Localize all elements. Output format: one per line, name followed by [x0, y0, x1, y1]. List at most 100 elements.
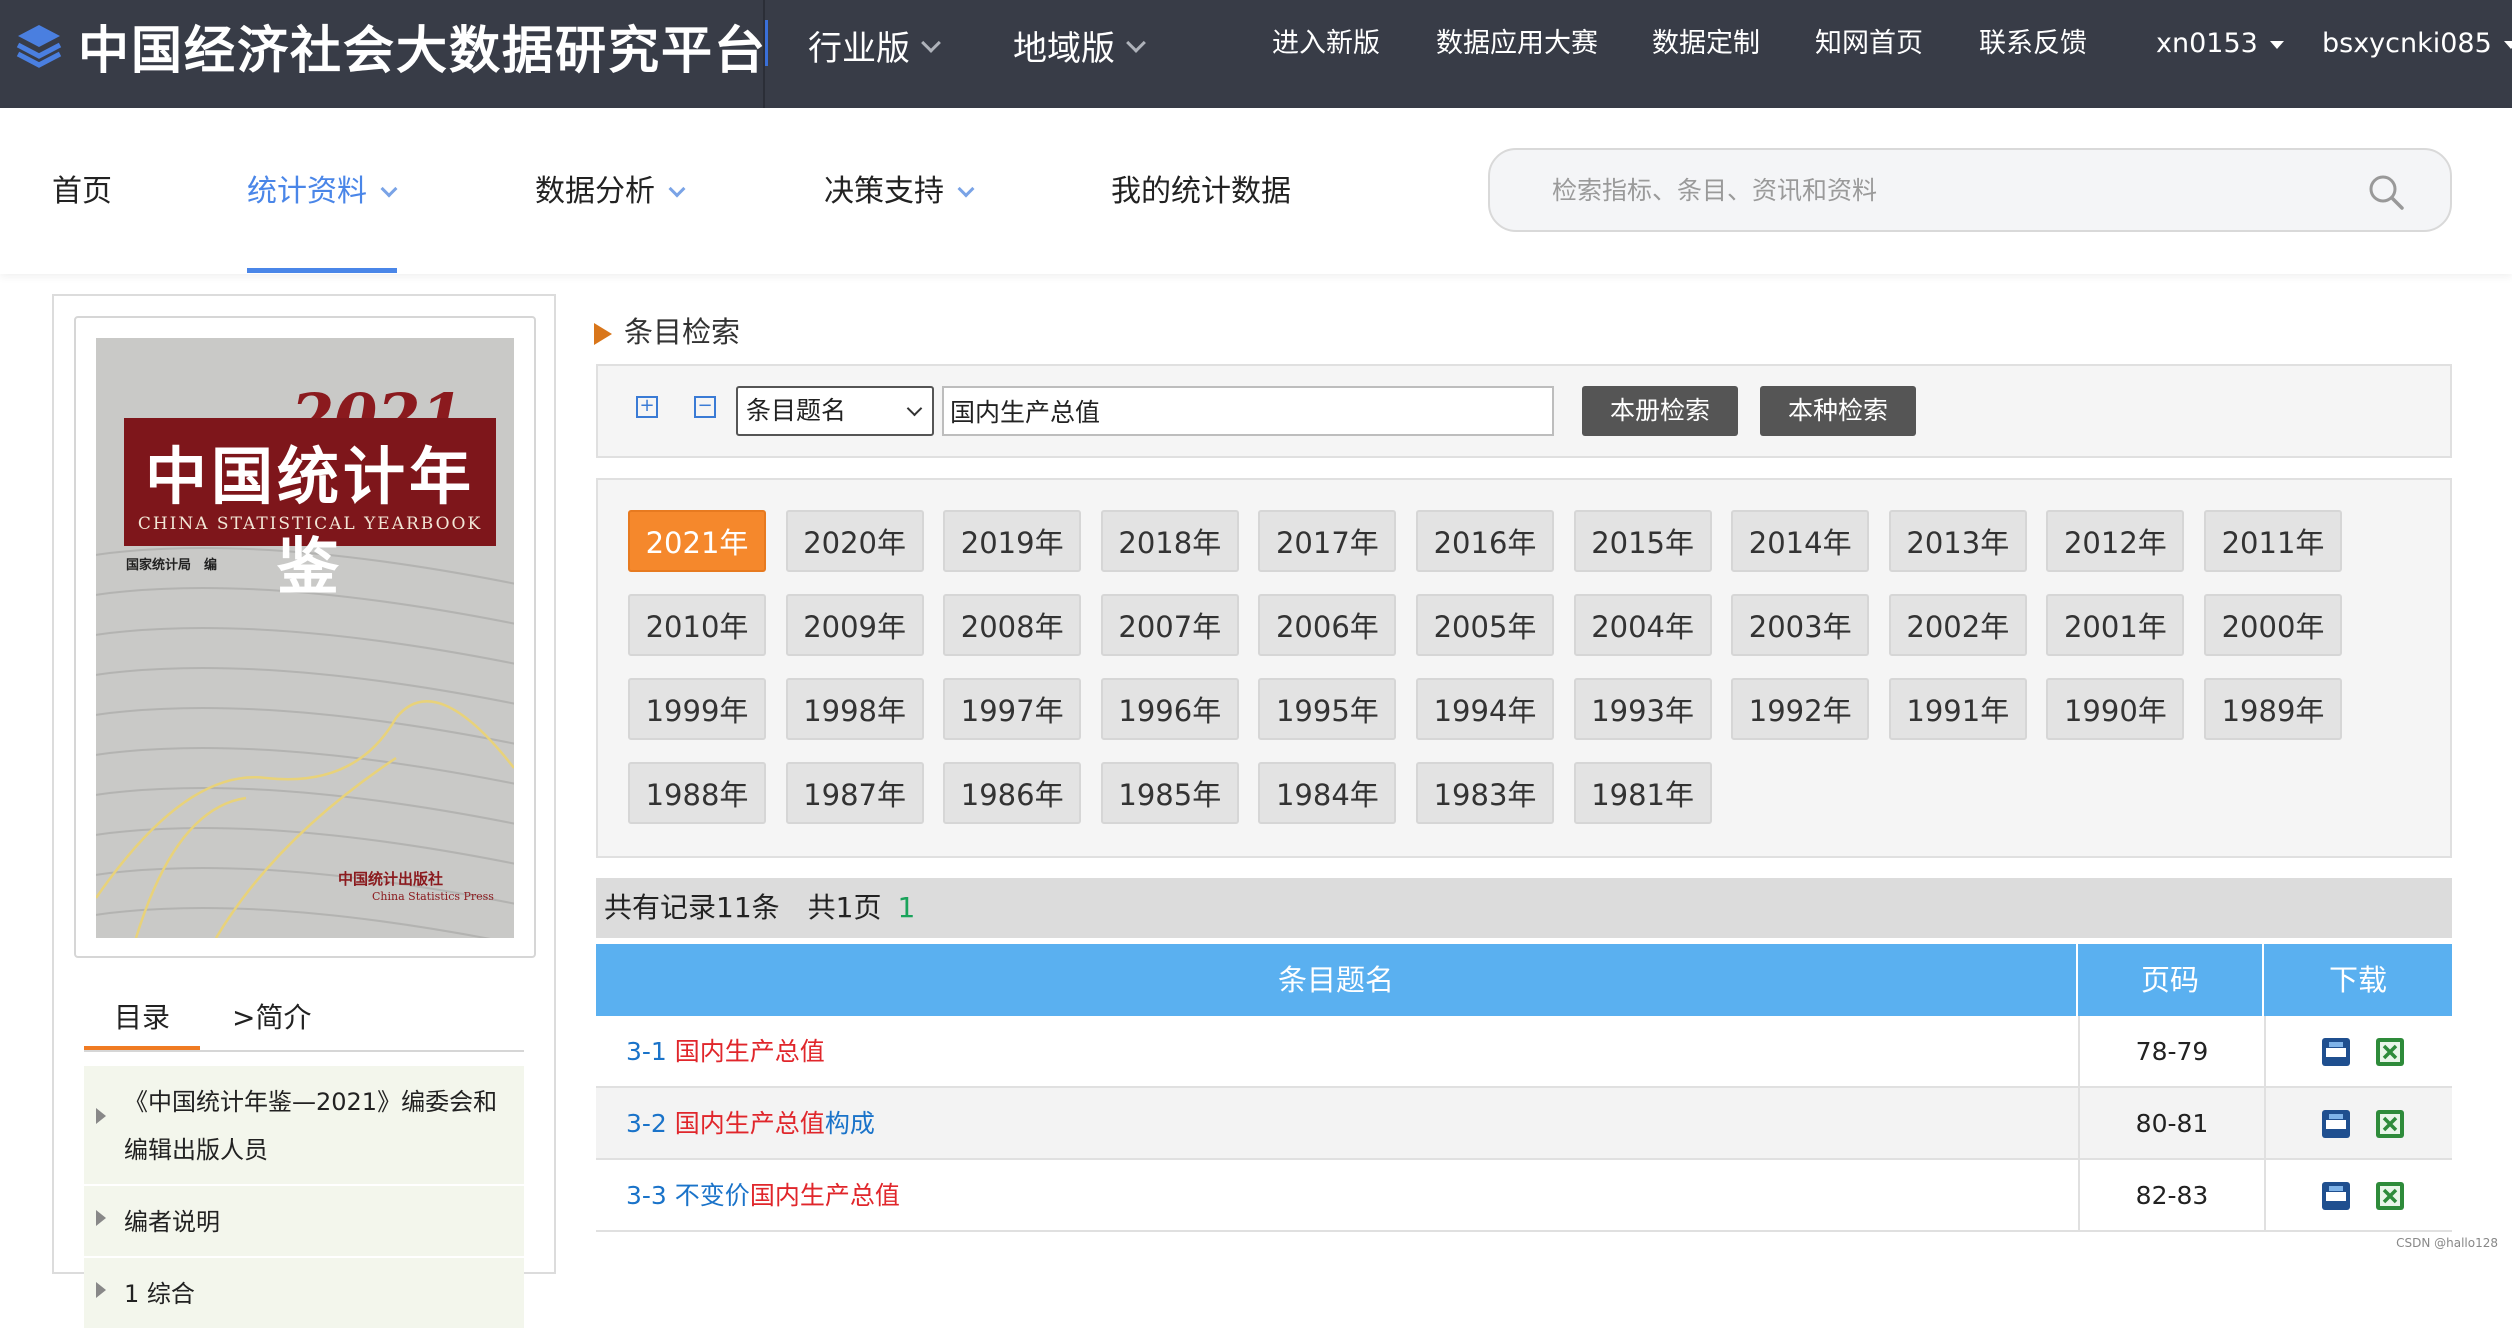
year-button[interactable]: 2003年	[1731, 594, 1869, 656]
year-button[interactable]: 1986年	[943, 762, 1081, 824]
user-menu-1[interactable]: xn0153	[2156, 24, 2284, 64]
cover-publisher-en: China Statistics Press	[372, 890, 494, 903]
excel-download-icon[interactable]	[2374, 1180, 2406, 1212]
nav-data-analysis[interactable]: 数据分析	[535, 170, 683, 214]
year-button[interactable]: 2010年	[628, 594, 766, 656]
year-button[interactable]: 1985年	[1101, 762, 1239, 824]
download-cell	[2264, 1088, 2452, 1160]
year-button[interactable]: 2013年	[1889, 510, 2027, 572]
year-button[interactable]: 1996年	[1101, 678, 1239, 740]
platform-logo[interactable]: 中国经济社会大数据研究平台	[14, 16, 767, 76]
excel-download-icon[interactable]	[2374, 1036, 2406, 1068]
table-row: 3-3 不变价国内生产总值82-83	[596, 1160, 2452, 1232]
entry-search-panel: + − 条目题名 本册检索 本种检索	[596, 364, 2452, 458]
year-button[interactable]: 1984年	[1258, 762, 1396, 824]
active-nav-indicator	[247, 268, 397, 273]
year-button[interactable]: 1997年	[943, 678, 1081, 740]
cover-title-band: 中国统计年鉴 CHINA STATISTICAL YEARBOOK	[124, 418, 496, 546]
year-button[interactable]: 2014年	[1731, 510, 1869, 572]
year-button[interactable]: 1994年	[1416, 678, 1554, 740]
year-button[interactable]: 1987年	[786, 762, 924, 824]
nav-home[interactable]: 首页	[52, 170, 112, 214]
entry-title-link[interactable]: 3-1 国内生产总值	[626, 1016, 825, 1088]
entry-title-link[interactable]: 3-2 国内生产总值构成	[626, 1088, 875, 1160]
tab-contents[interactable]: 目录	[114, 998, 170, 1038]
yearbook-cover[interactable]: 2021 中国统计年鉴 CHINA STATISTICAL YEARBOOK 国…	[96, 338, 514, 938]
chevron-down-icon	[921, 33, 941, 53]
entry-number: 3-3	[626, 1181, 667, 1210]
tree-item[interactable]: 1 综合	[84, 1258, 524, 1330]
year-button[interactable]: 2016年	[1416, 510, 1554, 572]
section-title-text: 条目检索	[624, 315, 740, 349]
year-button[interactable]: 2007年	[1101, 594, 1239, 656]
entry-pages: 80-81	[2078, 1088, 2264, 1160]
year-button[interactable]: 1993年	[1574, 678, 1712, 740]
link-feedback[interactable]: 联系反馈	[1979, 24, 2087, 64]
global-search-input[interactable]	[1552, 168, 2332, 212]
year-button[interactable]: 2008年	[943, 594, 1081, 656]
watermark: CSDN @hallo128	[2396, 1236, 2498, 1250]
region-edition-menu[interactable]: 地域版	[1013, 20, 1143, 70]
results-table-header: 条目题名 页码 下载	[596, 944, 2452, 1016]
entry-search-input[interactable]	[942, 386, 1554, 436]
year-button[interactable]: 1989年	[2204, 678, 2342, 740]
year-button[interactable]: 2004年	[1574, 594, 1712, 656]
year-button[interactable]: 2015年	[1574, 510, 1712, 572]
year-button[interactable]: 1983年	[1416, 762, 1554, 824]
entry-title-link[interactable]: 3-3 不变价国内生产总值	[626, 1160, 900, 1232]
caj-download-icon[interactable]	[2320, 1108, 2352, 1140]
link-new-version[interactable]: 进入新版	[1272, 24, 1380, 64]
user-menu-2[interactable]: bsxycnki085	[2322, 24, 2512, 64]
year-button[interactable]: 2021年	[628, 510, 766, 572]
link-data-competition[interactable]: 数据应用大赛	[1436, 24, 1598, 64]
search-this-volume-button[interactable]: 本册检索	[1582, 386, 1738, 436]
collapse-all-icon[interactable]: −	[694, 396, 716, 418]
search-this-series-button[interactable]: 本种检索	[1760, 386, 1916, 436]
cover-compiler: 国家统计局 编	[126, 554, 217, 573]
nav-decision-support[interactable]: 决策支持	[824, 170, 972, 214]
year-button[interactable]: 1992年	[1731, 678, 1869, 740]
tab-intro[interactable]: >简介	[232, 998, 311, 1038]
year-button[interactable]: 1998年	[786, 678, 924, 740]
year-filter-panel: 2021年 2020年 2019年 2018年 2017年 2016年 2015年 2014年…	[596, 478, 2452, 858]
excel-download-icon[interactable]	[2374, 1108, 2406, 1140]
entry-number: 3-1	[626, 1037, 667, 1066]
year-button[interactable]: 1990年	[2046, 678, 2184, 740]
entry-keyword-highlight: 国内生产总值	[750, 1181, 900, 1210]
search-field-select[interactable]: 条目题名	[736, 386, 934, 436]
search-icon[interactable]	[2366, 172, 2406, 212]
year-button[interactable]: 2020年	[786, 510, 924, 572]
search-field-value: 条目题名	[746, 396, 846, 425]
year-button[interactable]: 1999年	[628, 678, 766, 740]
nav-my-data[interactable]: 我的统计数据	[1111, 170, 1291, 214]
year-button[interactable]: 2002年	[1889, 594, 2027, 656]
year-button[interactable]: 1988年	[628, 762, 766, 824]
year-button[interactable]: 2017年	[1258, 510, 1396, 572]
download-cell	[2264, 1160, 2452, 1232]
year-button[interactable]: 2009年	[786, 594, 924, 656]
year-button[interactable]: 2005年	[1416, 594, 1554, 656]
year-button[interactable]: 2006年	[1258, 594, 1396, 656]
industry-edition-menu[interactable]: 行业版	[808, 20, 938, 70]
year-button[interactable]: 1995年	[1258, 678, 1396, 740]
expand-all-icon[interactable]: +	[636, 396, 658, 418]
year-button[interactable]: 2001年	[2046, 594, 2184, 656]
link-cnki-home[interactable]: 知网首页	[1815, 24, 1923, 64]
expand-triangle-icon	[96, 1210, 106, 1226]
nav-statistics[interactable]: 统计资料	[247, 170, 395, 214]
year-button[interactable]: 1981年	[1574, 762, 1712, 824]
page-link[interactable]: 1	[897, 891, 915, 924]
year-button[interactable]: 2000年	[2204, 594, 2342, 656]
caj-download-icon[interactable]	[2320, 1036, 2352, 1068]
tree-item[interactable]: 编者说明	[84, 1186, 524, 1258]
caj-download-icon[interactable]	[2320, 1180, 2352, 1212]
year-button[interactable]: 2018年	[1101, 510, 1239, 572]
tree-item[interactable]: 《中国统计年鉴—2021》编委会和编辑出版人员	[84, 1066, 524, 1186]
entry-pages: 78-79	[2078, 1016, 2264, 1088]
year-button[interactable]: 1991年	[1889, 678, 2027, 740]
nav-decision-support-label: 决策支持	[824, 174, 944, 209]
year-button[interactable]: 2011年	[2204, 510, 2342, 572]
link-data-custom[interactable]: 数据定制	[1652, 24, 1760, 64]
year-button[interactable]: 2019年	[943, 510, 1081, 572]
year-button[interactable]: 2012年	[2046, 510, 2184, 572]
